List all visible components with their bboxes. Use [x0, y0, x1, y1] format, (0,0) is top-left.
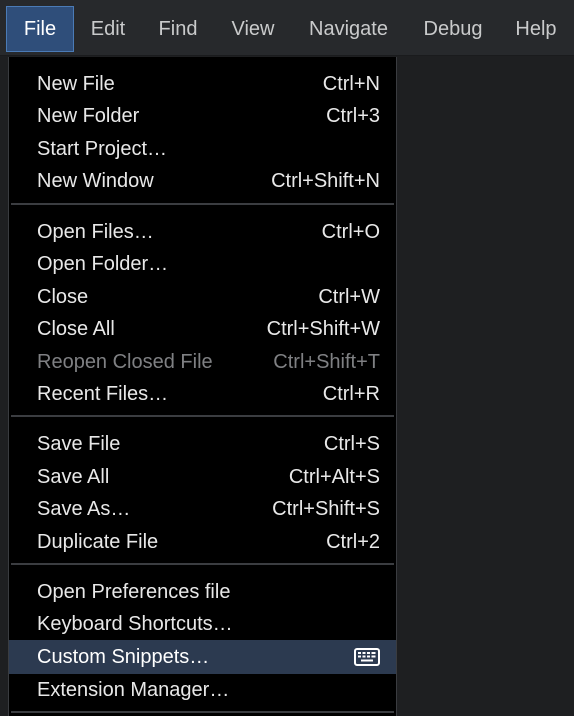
menu-item-open-preferences-file[interactable]: Open Preferences file	[9, 576, 396, 608]
menu-item-shortcut: Ctrl+O	[321, 221, 380, 243]
menu-bar: File Edit Find View Navigate Debug Help	[0, 0, 574, 56]
menu-item-label: Close	[37, 286, 89, 308]
menu-item-label: Open Preferences file	[37, 581, 231, 603]
menu-item-save-as[interactable]: Save As… Ctrl+Shift+S	[9, 493, 396, 525]
menu-item-shortcut: Ctrl+Shift+S	[272, 498, 380, 520]
menu-item-label: Duplicate File	[37, 531, 159, 553]
menu-item-new-window[interactable]: New Window Ctrl+Shift+N	[9, 165, 396, 197]
menu-item-label: New File	[37, 73, 115, 95]
menu-separator	[11, 415, 394, 417]
menu-item-shortcut: Ctrl+R	[322, 383, 380, 405]
menu-help[interactable]: Help	[504, 6, 568, 52]
menu-item-shortcut: Ctrl+Shift+N	[271, 170, 380, 192]
menu-item-label: Close All	[37, 318, 115, 340]
menu-item-shortcut: Ctrl+N	[322, 73, 380, 95]
menu-item-label: Recent Files…	[37, 383, 169, 405]
menu-item-label: Keyboard Shortcuts…	[37, 613, 233, 635]
menu-item-label: Reopen Closed File	[37, 351, 213, 373]
menu-item-start-project[interactable]: Start Project…	[9, 133, 396, 165]
menu-item-label: Save All	[37, 466, 110, 488]
menu-item-label: Open Files…	[37, 221, 154, 243]
menu-separator	[11, 563, 394, 565]
menu-item-label: Save File	[37, 433, 121, 455]
menu-find[interactable]: Find	[146, 6, 210, 52]
menu-item-label: Open Folder…	[37, 253, 169, 275]
menu-item-shortcut: Ctrl+3	[326, 105, 380, 127]
menu-item-label: New Window	[37, 170, 154, 192]
menu-item-label: New Folder	[37, 105, 140, 127]
menu-item-shortcut: Ctrl+W	[318, 286, 380, 308]
menu-separator	[11, 203, 394, 205]
menu-item-save-all[interactable]: Save All Ctrl+Alt+S	[9, 461, 396, 493]
menu-item-close[interactable]: Close Ctrl+W	[9, 281, 396, 313]
menu-item-open-files[interactable]: Open Files… Ctrl+O	[9, 216, 396, 248]
menu-item-reopen-closed-file: Reopen Closed File Ctrl+Shift+T	[9, 346, 396, 378]
app-window: File Edit Find View Navigate Debug Help …	[0, 0, 574, 716]
menu-item-save-file[interactable]: Save File Ctrl+S	[9, 428, 396, 460]
menu-navigate[interactable]: Navigate	[296, 6, 401, 52]
keyboard-icon	[354, 648, 380, 666]
menu-view[interactable]: View	[220, 6, 286, 52]
menu-item-extension-manager[interactable]: Extension Manager…	[9, 674, 396, 706]
menu-item-close-all[interactable]: Close All Ctrl+Shift+W	[9, 313, 396, 345]
menu-item-recent-files[interactable]: Recent Files… Ctrl+R	[9, 378, 396, 410]
menu-item-label: Custom Snippets…	[37, 646, 210, 668]
menu-separator	[11, 711, 394, 713]
menu-item-shortcut: Ctrl+2	[326, 531, 380, 553]
menu-item-label: Save As…	[37, 498, 131, 520]
menu-item-custom-snippets[interactable]: Custom Snippets…	[9, 640, 396, 674]
menu-item-duplicate-file[interactable]: Duplicate File Ctrl+2	[9, 526, 396, 558]
menu-item-shortcut: Ctrl+Alt+S	[288, 466, 380, 488]
menu-item-shortcut: Ctrl+S	[323, 433, 380, 455]
menu-item-label: Start Project…	[37, 138, 168, 160]
menu-debug[interactable]: Debug	[412, 6, 494, 52]
menu-item-keyboard-shortcuts[interactable]: Keyboard Shortcuts…	[9, 608, 396, 640]
menu-edit[interactable]: Edit	[80, 6, 136, 52]
menu-item-new-folder[interactable]: New Folder Ctrl+3	[9, 100, 396, 132]
file-menu-dropdown: New File Ctrl+N New Folder Ctrl+3 Start …	[8, 57, 397, 716]
menu-item-label: Extension Manager…	[37, 679, 230, 701]
menu-item-shortcut: Ctrl+Shift+W	[266, 318, 380, 340]
menu-item-open-folder[interactable]: Open Folder…	[9, 248, 396, 280]
menu-item-shortcut: Ctrl+Shift+T	[273, 351, 380, 373]
menu-file[interactable]: File	[6, 6, 74, 52]
menu-item-new-file[interactable]: New File Ctrl+N	[9, 68, 396, 100]
